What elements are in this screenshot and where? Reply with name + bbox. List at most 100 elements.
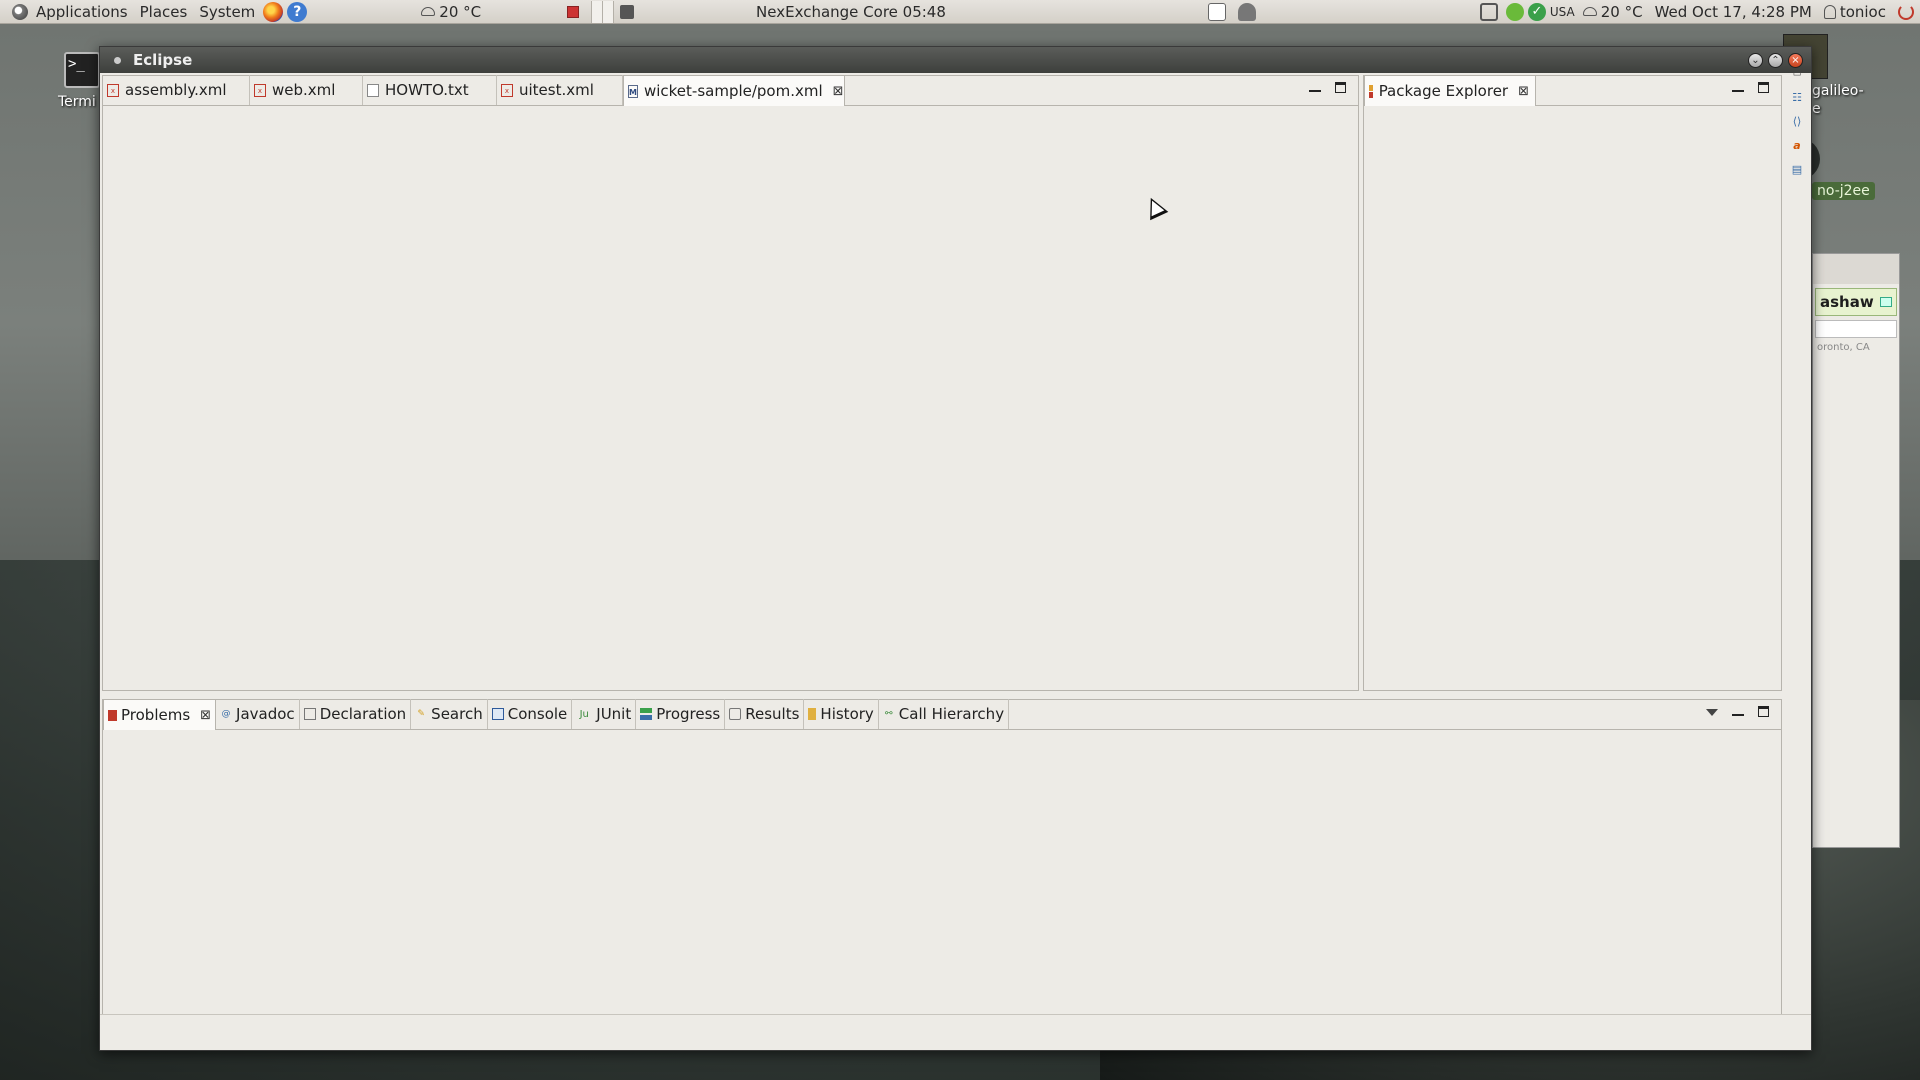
contact-card[interactable]: ashaw	[1815, 288, 1897, 316]
xml-file-icon: x	[107, 83, 119, 97]
chat-applet[interactable]	[1504, 0, 1526, 24]
top-panel: Applications Places System ? 20 °C NexEx…	[0, 0, 1920, 24]
tasks-icon[interactable]: ▤	[1790, 163, 1804, 177]
screenshot-applet[interactable]	[1474, 0, 1504, 24]
minimize-icon[interactable]	[1732, 706, 1744, 716]
history-icon	[808, 708, 817, 720]
window-titlebar[interactable]: Eclipse ⌄ ⌃ ×	[100, 47, 1811, 73]
user-icon	[1823, 4, 1836, 19]
tab-declaration[interactable]: Declaration	[300, 699, 412, 729]
editor-tab-label: web.xml	[272, 81, 336, 99]
declaration-icon	[303, 708, 316, 720]
tab-label: Declaration	[319, 705, 407, 723]
editor-tab-web[interactable]: x web.xml	[250, 75, 363, 105]
update-applet[interactable]: ✓	[1526, 0, 1548, 24]
console-icon	[491, 708, 504, 720]
search-icon: ✎	[417, 709, 425, 719]
tab-problems[interactable]: Problems ⊠	[103, 699, 217, 730]
shutdown-button[interactable]	[1892, 0, 1920, 24]
editor-tab-label: HOWTO.txt	[385, 81, 469, 99]
menu-system[interactable]: System	[193, 0, 261, 24]
clock-applet[interactable]: Wed Oct 17, 4:28 PM	[1649, 0, 1818, 24]
contact-status-input[interactable]	[1815, 320, 1897, 338]
terminal-desktop-icon[interactable]: >_	[64, 52, 100, 88]
lock-screen-button[interactable]	[614, 0, 640, 24]
pdf-icon	[567, 5, 580, 18]
window-menu-icon[interactable]	[114, 56, 121, 64]
javadoc-icon: @	[221, 709, 231, 719]
editor-tab-assembly[interactable]: x assembly.xml	[103, 75, 250, 105]
editor-tab-uitest[interactable]: x uitest.xml	[497, 75, 623, 105]
restore-icon[interactable]: ▭	[1790, 67, 1804, 81]
tab-label: Search	[431, 705, 483, 723]
weather-applet-left[interactable]: 20 °C	[415, 0, 487, 24]
contact-name: ashaw	[1820, 293, 1874, 311]
close-tab-icon[interactable]: ⊠	[200, 708, 211, 723]
tab-results[interactable]: Results	[725, 699, 805, 729]
tab-history[interactable]: History	[804, 699, 879, 729]
minimize-icon[interactable]	[1309, 82, 1321, 92]
close-window-button[interactable]: ×	[1788, 52, 1803, 68]
tab-label: History	[820, 705, 874, 723]
package-explorer-icon	[1369, 84, 1373, 98]
close-tab-icon[interactable]: ⊠	[833, 84, 844, 99]
taskbar-slot-1[interactable]	[591, 0, 604, 23]
help-launcher[interactable]: ?	[285, 0, 309, 24]
status-bar	[100, 1014, 1811, 1050]
tab-search[interactable]: ✎ Search	[411, 699, 488, 729]
j2ee-desktop-label: no-j2ee	[1812, 182, 1875, 200]
galileo-desktop-label-2: e	[1812, 101, 1821, 117]
ant-icon[interactable]: a	[1790, 139, 1804, 153]
package-explorer-view: Package Explorer ⊠	[1363, 75, 1782, 691]
results-icon	[729, 708, 742, 720]
menu-applications[interactable]: Applications	[0, 0, 134, 24]
outline-icon[interactable]: ☷	[1790, 91, 1804, 105]
minimize-icon[interactable]	[1732, 82, 1744, 92]
minimize-window-button[interactable]: ⌄	[1748, 52, 1763, 68]
galileo-desktop-label: galileo-	[1812, 83, 1864, 99]
call-hierarchy-icon: ⚯	[885, 709, 893, 719]
problems-view-body[interactable]	[103, 730, 1781, 1014]
editor-tab-pom[interactable]: M wicket-sample/pom.xml ⊠	[623, 75, 845, 106]
bottom-view-controls	[1706, 706, 1769, 717]
contact-window-toolbar	[1813, 254, 1899, 284]
maximize-window-button[interactable]: ⌃	[1768, 52, 1783, 68]
tab-package-explorer[interactable]: Package Explorer ⊠	[1364, 75, 1536, 106]
package-explorer-body[interactable]	[1364, 106, 1781, 690]
variables-icon[interactable]: ⟨⟩	[1790, 115, 1804, 129]
taskbar-slot-2[interactable]	[603, 0, 615, 23]
menu-places[interactable]: Places	[134, 0, 194, 24]
menu-applications-label: Applications	[36, 2, 128, 21]
bottom-tabbar: Problems ⊠ @ Javadoc Declaration ✎ Searc…	[103, 699, 1781, 730]
tab-label: Call Hierarchy	[898, 705, 1005, 723]
tab-progress[interactable]: Progress	[636, 699, 726, 729]
pdf-launcher[interactable]	[561, 0, 585, 24]
weather-applet-right[interactable]: 20 °C	[1577, 0, 1649, 24]
cloud-icon-right	[1582, 7, 1597, 16]
contact-window: ashaw oronto, CA	[1812, 253, 1900, 848]
view-menu-icon[interactable]	[1706, 709, 1718, 716]
editor-body[interactable]	[103, 106, 1358, 690]
editor-tab-label: uitest.xml	[519, 81, 594, 99]
tab-call-hierarchy[interactable]: ⚯ Call Hierarchy	[879, 699, 1010, 729]
user-menu[interactable]: tonioc	[1818, 0, 1892, 24]
maximize-icon[interactable]	[1335, 82, 1346, 93]
keyboard-layout[interactable]: USA	[1548, 0, 1577, 24]
firefox-icon	[263, 1, 284, 22]
editor-tab-label: assembly.xml	[125, 81, 227, 99]
display-applet[interactable]	[1202, 0, 1232, 24]
editor-tab-howto[interactable]: HOWTO.txt	[363, 75, 497, 105]
user-name: tonioc	[1839, 2, 1886, 21]
maximize-icon[interactable]	[1758, 82, 1769, 93]
help-icon: ?	[287, 1, 308, 22]
weather-right-temp: 20 °C	[1600, 2, 1643, 21]
tab-javadoc[interactable]: @ Javadoc	[216, 699, 300, 729]
volume-applet[interactable]	[1232, 0, 1262, 24]
tab-junit[interactable]: Ju JUnit	[572, 699, 637, 729]
firefox-launcher[interactable]	[261, 0, 285, 24]
tab-console[interactable]: Console	[488, 699, 573, 729]
close-tab-icon[interactable]: ⊠	[1518, 84, 1529, 99]
nexexchange-clock: NexExchange Core 05:48	[756, 2, 946, 21]
progress-icon	[640, 708, 653, 720]
maximize-icon[interactable]	[1758, 706, 1769, 717]
